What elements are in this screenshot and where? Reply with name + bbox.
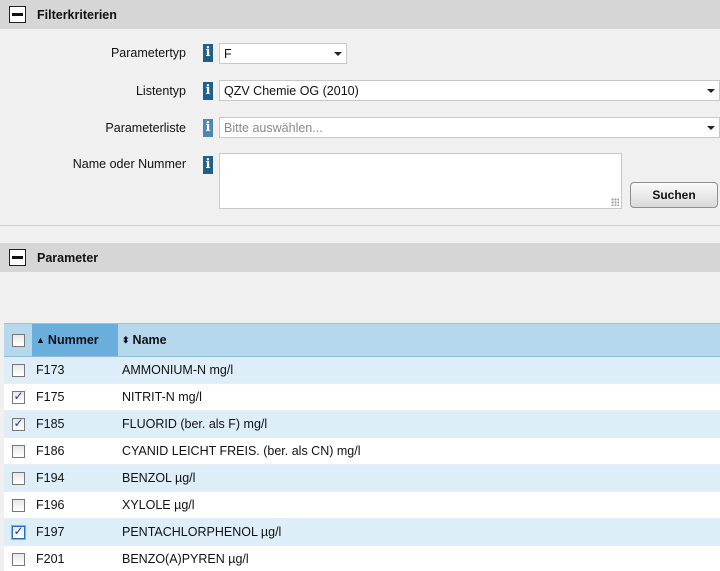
- name-oder-nummer-label: Name oder Nummer: [72, 157, 186, 171]
- column-header-name-label: Name: [132, 333, 167, 347]
- search-button[interactable]: Suchen: [630, 182, 718, 208]
- cell-name: PENTACHLORPHENOL µg/l: [122, 525, 282, 539]
- cell-name: CYANID LEICHT FREIS. (ber. als CN) mg/l: [122, 444, 361, 458]
- resize-grip-icon[interactable]: [611, 198, 619, 206]
- cell-name: XYLOLE µg/l: [122, 498, 195, 512]
- cell-name: AMMONIUM-N mg/l: [122, 363, 234, 377]
- row-checkbox[interactable]: [11, 552, 25, 566]
- table-row[interactable]: F196 XYLOLE µg/l: [4, 492, 720, 519]
- row-checkbox[interactable]: [11, 389, 25, 404]
- select-all-cell: [4, 324, 32, 356]
- cell-name: BENZOL µg/l: [122, 471, 196, 485]
- name-oder-nummer-input[interactable]: [219, 153, 622, 209]
- column-header-nummer[interactable]: ▲ Nummer: [32, 324, 118, 356]
- cell-nummer: F175: [36, 390, 65, 404]
- cell-name: NITRIT-N mg/l: [122, 390, 202, 404]
- filter-section-header[interactable]: Filterkriterien: [0, 0, 720, 29]
- parameter-section-title: Parameter: [37, 250, 99, 265]
- select-all-checkbox[interactable]: [11, 333, 25, 347]
- cell-nummer: F173: [36, 363, 65, 377]
- parameter-section-header[interactable]: Parameter: [0, 243, 720, 272]
- column-header-name[interactable]: ⬍ Name: [118, 324, 720, 356]
- cell-nummer: F185: [36, 417, 65, 431]
- cell-nummer: F186: [36, 444, 65, 458]
- parametertyp-select[interactable]: F: [219, 43, 347, 64]
- collapse-minus-icon[interactable]: [9, 6, 26, 23]
- info-icon[interactable]: i: [203, 156, 213, 174]
- chevron-down-icon[interactable]: [703, 81, 719, 100]
- info-icon[interactable]: i: [203, 82, 213, 100]
- row-checkbox[interactable]: [11, 363, 25, 377]
- parametertyp-label: Parametertyp: [110, 46, 186, 60]
- column-header-nummer-label: Nummer: [47, 333, 99, 347]
- collapse-minus-icon[interactable]: [9, 249, 26, 266]
- listentyp-value: QZV Chemie OG (2010): [224, 83, 359, 98]
- cell-nummer: F196: [36, 498, 65, 512]
- table-row[interactable]: F185 FLUORID (ber. als F) mg/l: [4, 411, 720, 438]
- chevron-down-icon[interactable]: [330, 44, 346, 63]
- cell-nummer: F197: [36, 525, 65, 539]
- chevron-down-icon[interactable]: [703, 118, 719, 137]
- filter-section-title: Filterkriterien: [37, 7, 117, 22]
- table-row[interactable]: F194 BENZOL µg/l: [4, 465, 720, 492]
- table-row[interactable]: F175 NITRIT-N mg/l: [4, 384, 720, 411]
- table-row[interactable]: F201 BENZO(A)PYREN µg/l: [4, 546, 720, 571]
- table-header: ▲ Nummer ⬍ Name: [4, 324, 720, 357]
- section-divider: [0, 225, 720, 226]
- sort-ascending-icon: ▲: [36, 335, 45, 345]
- cell-name: FLUORID (ber. als F) mg/l: [122, 417, 268, 431]
- table-row[interactable]: F186 CYANID LEICHT FREIS. (ber. als CN) …: [4, 438, 720, 465]
- parameterliste-label: Parameterliste: [105, 121, 186, 135]
- table-row[interactable]: F197 PENTACHLORPHENOL µg/l: [4, 519, 720, 546]
- row-checkbox[interactable]: [11, 524, 25, 539]
- row-checkbox[interactable]: [11, 498, 25, 512]
- listentyp-select[interactable]: QZV Chemie OG (2010): [219, 80, 720, 101]
- parameter-table: ▲ Nummer ⬍ Name F173 AMMONIUM-N mg/l F17…: [4, 323, 720, 571]
- table-row[interactable]: F173 AMMONIUM-N mg/l: [4, 357, 720, 384]
- cell-nummer: F194: [36, 471, 65, 485]
- listentyp-label: Listentyp: [135, 84, 186, 98]
- row-checkbox[interactable]: [11, 416, 25, 431]
- row-checkbox[interactable]: [11, 471, 25, 485]
- parametertyp-value: F: [224, 46, 232, 61]
- parameterliste-select[interactable]: Bitte auswählen...: [219, 117, 720, 138]
- row-checkbox[interactable]: [11, 444, 25, 458]
- cell-nummer: F201: [36, 552, 65, 566]
- cell-name: BENZO(A)PYREN µg/l: [122, 552, 249, 566]
- info-icon[interactable]: i: [203, 119, 213, 137]
- parameterliste-placeholder: Bitte auswählen...: [224, 120, 323, 135]
- sort-both-icon: ⬍: [122, 334, 130, 345]
- info-icon[interactable]: i: [203, 44, 213, 62]
